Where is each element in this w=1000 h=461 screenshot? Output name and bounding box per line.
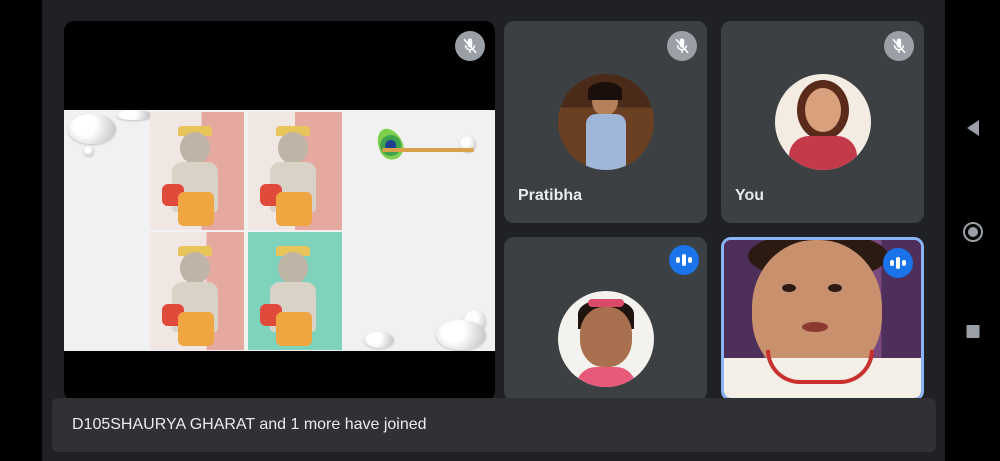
avatar bbox=[557, 74, 654, 170]
peacock-feather-icon bbox=[372, 124, 408, 164]
photo-3 bbox=[150, 232, 244, 350]
mic-off-icon bbox=[667, 31, 697, 61]
participant-name: Pratibha bbox=[518, 187, 583, 204]
speaking-indicator-icon bbox=[883, 248, 913, 278]
mic-off-icon bbox=[455, 31, 485, 61]
back-icon[interactable] bbox=[966, 120, 979, 136]
home-icon[interactable] bbox=[962, 222, 983, 242]
photo-1 bbox=[150, 112, 244, 230]
join-notification: D105SHAURYA GHARAT and 1 more have joine… bbox=[52, 398, 936, 452]
avatar bbox=[557, 291, 654, 387]
participant-tile-you[interactable]: You bbox=[721, 21, 924, 223]
participant-name: You bbox=[735, 187, 765, 204]
participant-tile-child-1[interactable] bbox=[504, 237, 707, 401]
meeting-stage: Pratibha You D105SHAURYA GHARAT and 1 mo… bbox=[42, 0, 945, 461]
participant-tile-pratibha[interactable]: Pratibha bbox=[504, 21, 707, 223]
recents-icon[interactable] bbox=[966, 325, 979, 338]
participant-tile-child-2[interactable] bbox=[721, 237, 924, 401]
avatar bbox=[774, 74, 871, 170]
flute-icon bbox=[382, 148, 474, 152]
notification-text: D105SHAURYA GHARAT and 1 more have joine… bbox=[72, 416, 427, 433]
photo-2 bbox=[248, 112, 342, 230]
presentation-tile[interactable] bbox=[64, 21, 495, 401]
mic-off-icon bbox=[884, 31, 914, 61]
android-nav-bar bbox=[945, 0, 1000, 461]
photo-4 bbox=[248, 232, 342, 350]
speaking-indicator-icon bbox=[669, 245, 699, 275]
shared-screen-image bbox=[64, 110, 495, 351]
